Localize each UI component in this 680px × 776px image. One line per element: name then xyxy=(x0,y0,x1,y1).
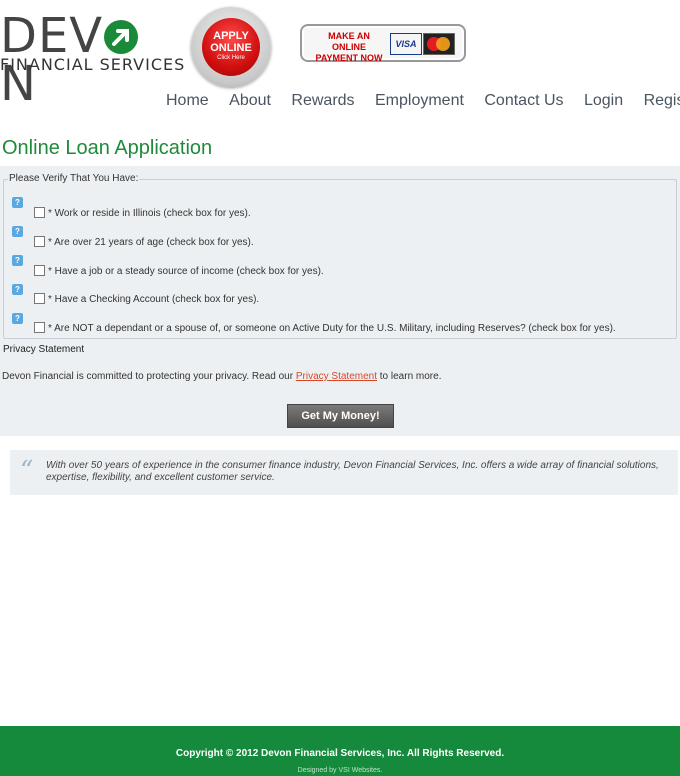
copyright-text: Copyright © 2012 Devon Financial Service… xyxy=(175,748,505,759)
privacy-heading: Privacy Statement xyxy=(3,344,85,355)
checkbox-checking[interactable] xyxy=(34,293,45,304)
quote-text: With over 50 years of experience in the … xyxy=(46,460,659,483)
devon-logo[interactable]: DEV N FINANCIAL SERVICES xyxy=(0,12,184,108)
testimonial-quote: “ With over 50 years of experience in th… xyxy=(10,450,678,495)
apply-online-badge: APPLY ONLINE Click Here xyxy=(202,18,260,76)
payment-line1: MAKE AN ONLINE xyxy=(328,31,370,52)
mastercard-icon xyxy=(423,33,455,55)
privacy-statement-link[interactable]: Privacy Statement xyxy=(296,371,377,382)
nav-contact-us[interactable]: Contact Us xyxy=(484,92,563,110)
nav-home[interactable]: Home xyxy=(166,92,209,110)
get-my-money-button[interactable]: Get My Money! xyxy=(287,404,394,428)
designed-by-link[interactable]: Designed by VSI Websites. xyxy=(0,767,680,774)
help-icon[interactable]: ? xyxy=(12,313,23,324)
nav-register[interactable]: Register xyxy=(644,92,680,110)
check-row-age: * Are over 21 years of age (check box fo… xyxy=(34,236,254,248)
help-icon[interactable]: ? xyxy=(12,284,23,295)
privacy-text-before: Devon Financial is committed to protecti… xyxy=(2,371,296,382)
main-nav: Home About Rewards Employment Contact Us… xyxy=(166,92,680,110)
apply-line2: ONLINE xyxy=(210,42,252,54)
check-row-income: * Have a job or a steady source of incom… xyxy=(34,265,324,277)
check-label-illinois: * Work or reside in Illinois (check box … xyxy=(48,208,251,219)
page-title: Online Loan Application xyxy=(2,137,213,159)
nav-login[interactable]: Login xyxy=(584,92,623,110)
verify-fieldset: Please Verify That You Have: ? * Work or… xyxy=(3,173,677,339)
nav-about[interactable]: About xyxy=(229,92,271,110)
footer: Copyright © 2012 Devon Financial Service… xyxy=(0,726,680,776)
apply-online-button[interactable]: APPLY ONLINE Click Here xyxy=(191,7,271,87)
loan-application-form: Please Verify That You Have: ? * Work or… xyxy=(0,166,680,436)
nav-employment[interactable]: Employment xyxy=(375,92,464,110)
check-label-income: * Have a job or a steady source of incom… xyxy=(48,266,324,277)
check-label-checking: * Have a Checking Account (check box for… xyxy=(48,294,260,305)
payment-line2: PAYMENT NOW xyxy=(315,53,383,63)
check-label-age: * Are over 21 years of age (check box fo… xyxy=(48,237,254,248)
check-row-illinois: * Work or reside in Illinois (check box … xyxy=(34,207,251,219)
verify-legend: Please Verify That You Have: xyxy=(8,173,140,184)
visa-icon: VISA xyxy=(390,33,422,55)
privacy-text: Devon Financial is committed to protecti… xyxy=(2,371,441,382)
help-icon[interactable]: ? xyxy=(12,255,23,266)
quote-icon: “ xyxy=(20,456,34,486)
nav-rewards[interactable]: Rewards xyxy=(291,92,354,110)
arrow-up-right-icon xyxy=(104,20,139,54)
apply-line3: Click Here xyxy=(217,55,245,61)
online-payment-banner[interactable]: MAKE AN ONLINE PAYMENT NOW VISA xyxy=(300,24,466,64)
help-icon[interactable]: ? xyxy=(12,197,23,208)
privacy-text-after: to learn more. xyxy=(377,371,442,382)
apply-line1: APPLY xyxy=(213,30,249,42)
check-row-military: * Are NOT a dependant or a spouse of, or… xyxy=(34,322,616,334)
check-label-military: * Are NOT a dependant or a spouse of, or… xyxy=(48,323,616,334)
checkbox-military[interactable] xyxy=(34,322,45,333)
checkbox-income[interactable] xyxy=(34,265,45,276)
payment-text: MAKE AN ONLINE PAYMENT NOW xyxy=(310,31,388,64)
help-icon[interactable]: ? xyxy=(12,226,23,237)
logo-subtitle: FINANCIAL SERVICES xyxy=(0,55,186,74)
checkbox-age[interactable] xyxy=(34,236,45,247)
check-row-checking: * Have a Checking Account (check box for… xyxy=(34,293,259,305)
checkbox-illinois[interactable] xyxy=(34,207,45,218)
